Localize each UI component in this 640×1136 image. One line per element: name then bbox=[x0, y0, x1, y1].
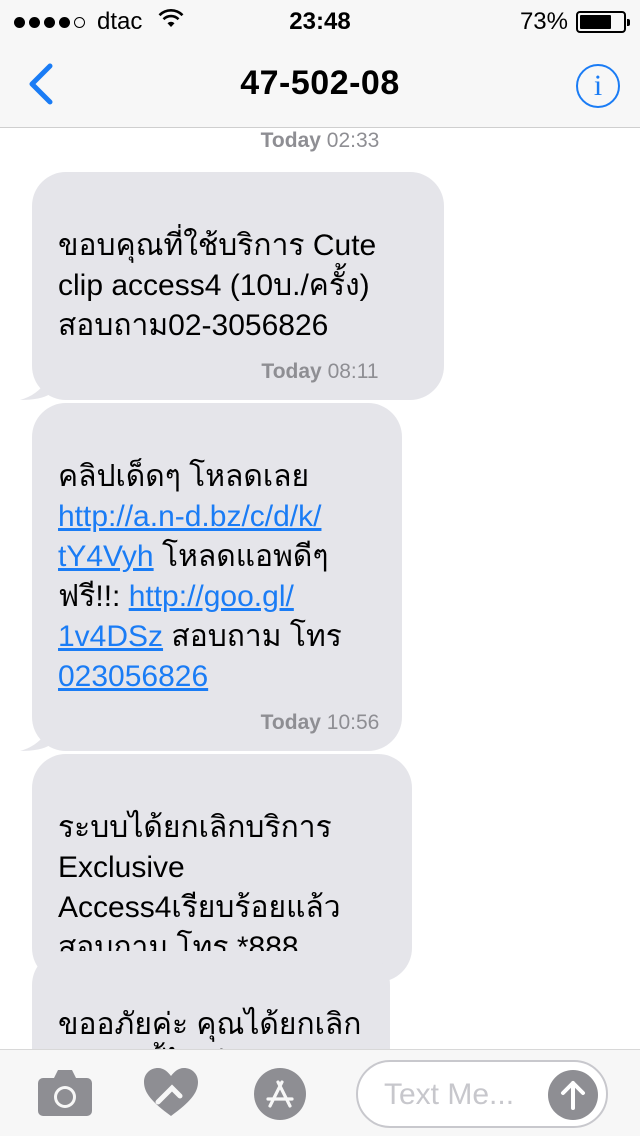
info-button[interactable]: i bbox=[576, 64, 620, 108]
message-text: ขออภัยค่ะ คุณได้ยกเลิก บริการนี้ไปเรียบร… bbox=[58, 1008, 362, 1049]
timestamp-time: 10:56 bbox=[326, 711, 380, 734]
timestamp-time: 08:11 bbox=[327, 360, 379, 383]
message-text: ระบบได้ยกเลิกบริการ Exclusive Access4เรี… bbox=[58, 811, 341, 964]
message-text: สอบถาม โทร bbox=[171, 620, 342, 653]
message-bubble[interactable]: ระบบได้ยกเลิกบริการ Exclusive Access4เรี… bbox=[32, 754, 412, 982]
digital-touch-heart-icon bbox=[144, 1068, 198, 1116]
timestamp: Today 02:33 bbox=[0, 129, 640, 153]
timestamp-day: Today bbox=[261, 360, 322, 383]
camera-button[interactable] bbox=[36, 1066, 94, 1120]
contact-title[interactable]: 47-502-08 bbox=[0, 64, 640, 103]
timestamp: Today 08:11 bbox=[0, 360, 640, 384]
app-store-button[interactable] bbox=[248, 1066, 312, 1120]
message-text-field[interactable]: Text Me... bbox=[356, 1060, 608, 1128]
info-icon: i bbox=[593, 69, 603, 102]
app-store-icon bbox=[254, 1068, 306, 1120]
timestamp-day: Today bbox=[260, 129, 321, 152]
battery-icon bbox=[576, 11, 630, 33]
battery-level bbox=[580, 15, 611, 29]
timestamp-day: Today bbox=[260, 711, 321, 734]
send-arrow-icon bbox=[561, 1081, 585, 1110]
send-button[interactable] bbox=[548, 1070, 598, 1120]
camera-icon bbox=[38, 1070, 92, 1116]
message-bubble[interactable]: คลิปเด็ดๆ โหลดเลย http://a.n-d.bz/c/d/k/… bbox=[20, 403, 402, 751]
status-bar: dtac 23:48 73% bbox=[0, 0, 640, 40]
timestamp: Today 10:56 bbox=[0, 711, 640, 735]
navigation-bar: 47-502-08 i bbox=[0, 40, 640, 128]
digital-touch-button[interactable] bbox=[142, 1066, 200, 1120]
message-input-bar: Text Me... bbox=[0, 1049, 640, 1136]
timestamp-time: 02:33 bbox=[326, 129, 380, 152]
message-bubble[interactable]: ขออภัยค่ะ คุณได้ยกเลิก บริการนี้ไปเรียบร… bbox=[32, 951, 390, 1049]
battery-percentage: 73% bbox=[519, 8, 568, 35]
messages-screen: dtac 23:48 73% 47-502-08 i Today 02:33 ข… bbox=[0, 0, 640, 1136]
message-text: คลิปเด็ดๆ โหลดเลย bbox=[58, 460, 310, 493]
message-phone-link[interactable]: 023056826 bbox=[58, 660, 208, 693]
message-text: ขอบคุณที่ใช้บริการ Cute clip access4 (10… bbox=[58, 229, 377, 342]
conversation-thread[interactable]: Today 02:33 ขอบคุณที่ใช้บริการ Cute clip… bbox=[0, 129, 640, 1049]
text-field-placeholder: Text Me... bbox=[384, 1078, 515, 1111]
status-right: 73% bbox=[519, 8, 630, 36]
